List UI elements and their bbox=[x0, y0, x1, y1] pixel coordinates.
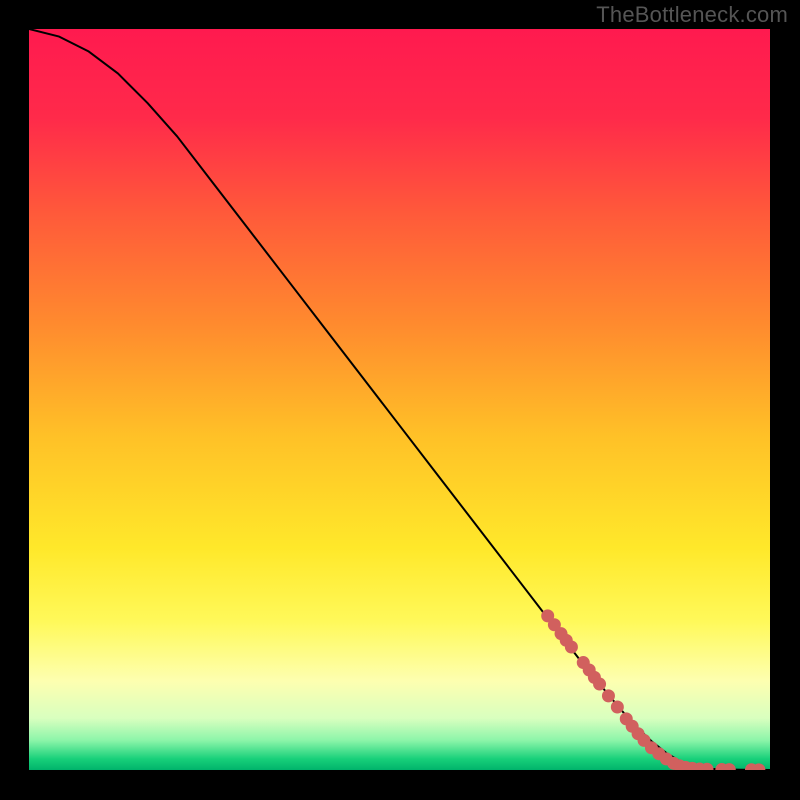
highlight-dot bbox=[565, 640, 578, 653]
chart-svg bbox=[29, 29, 770, 770]
chart-stage: TheBottleneck.com bbox=[0, 0, 800, 800]
watermark-text: TheBottleneck.com bbox=[596, 2, 788, 28]
highlight-dot bbox=[593, 678, 606, 691]
highlight-dot bbox=[602, 689, 615, 702]
chart-background bbox=[29, 29, 770, 770]
plot-area bbox=[29, 29, 770, 770]
highlight-dot bbox=[611, 701, 624, 714]
